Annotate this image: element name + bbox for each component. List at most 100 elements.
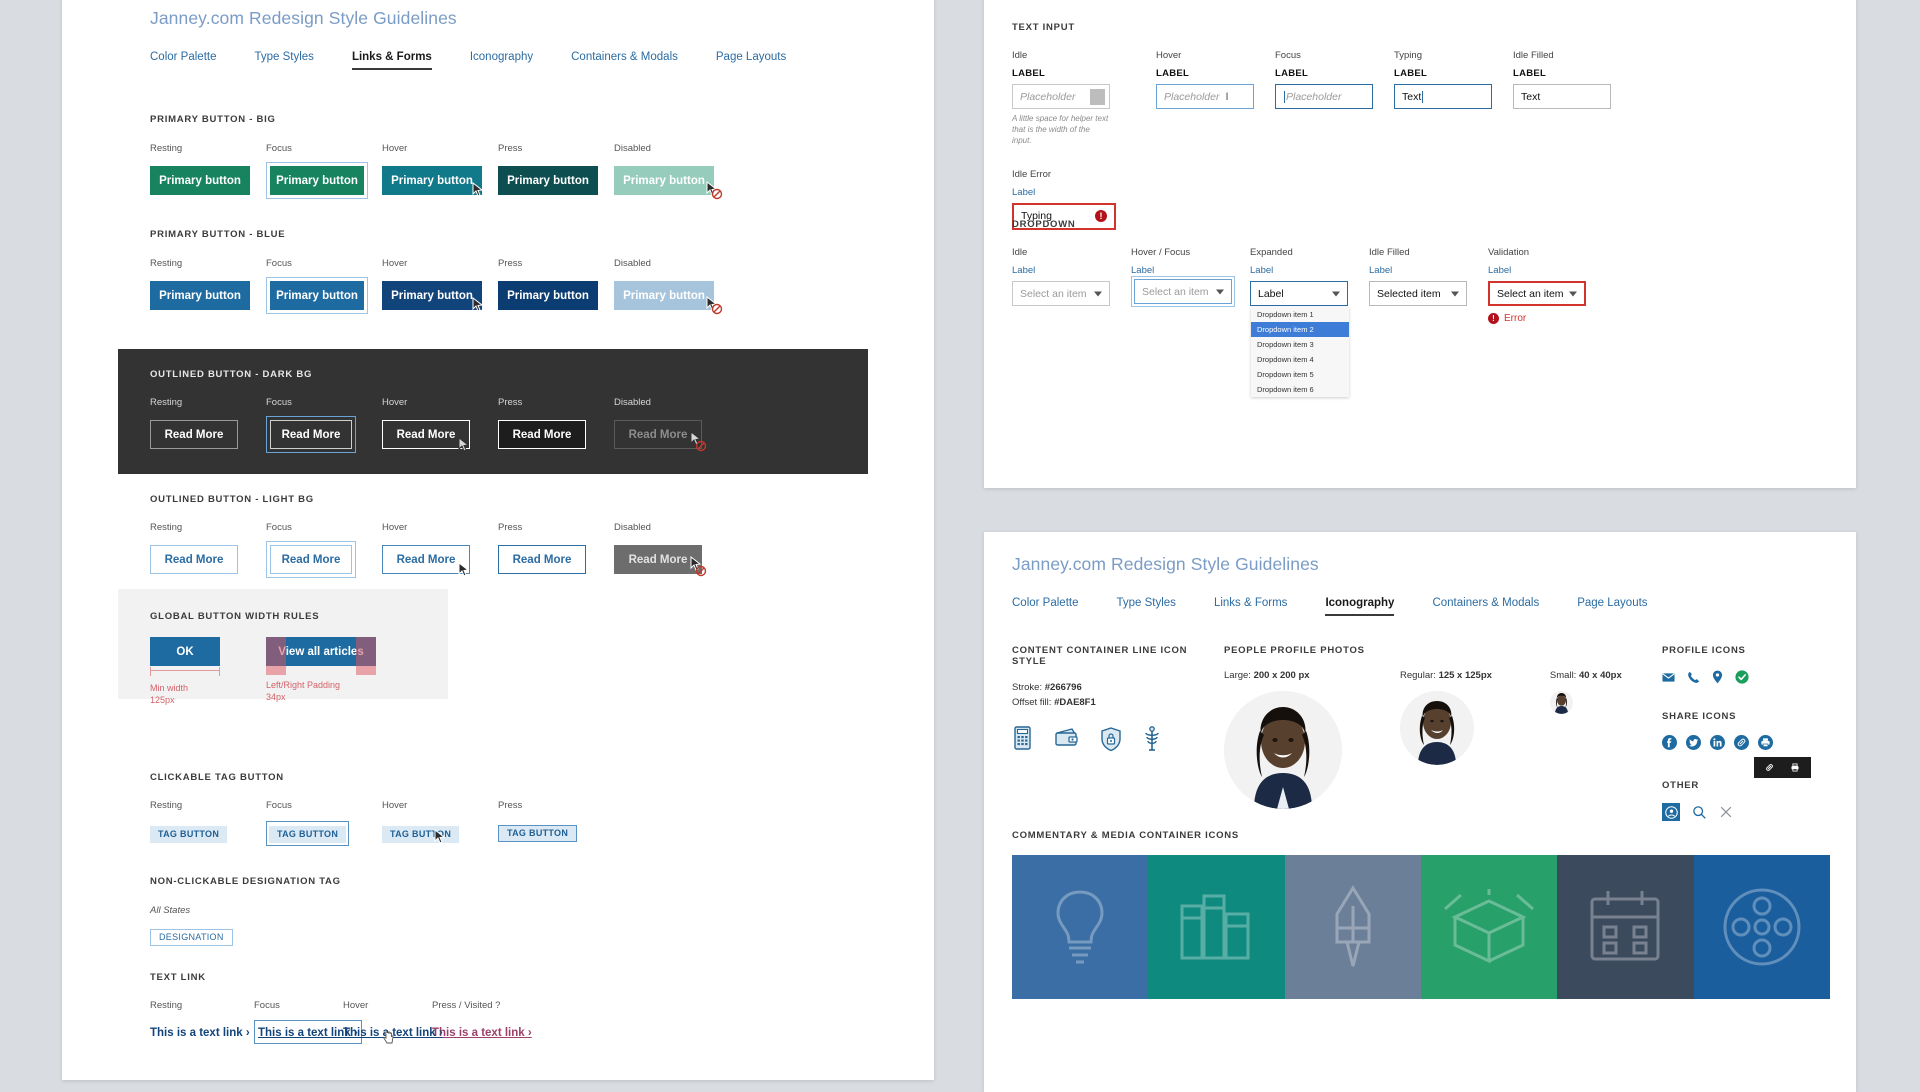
state-disabled: Disabled Primary button xyxy=(614,143,730,200)
dropdown-menu: Dropdown item 1 Dropdown item 2 Dropdown… xyxy=(1251,307,1349,397)
focus-ring: TAG BUTTON xyxy=(266,821,350,846)
print-icon[interactable] xyxy=(1758,735,1773,750)
twitter-icon[interactable] xyxy=(1686,735,1701,750)
email-icon[interactable] xyxy=(1662,671,1675,684)
tag-button-hover[interactable]: TAG BUTTON xyxy=(382,825,460,843)
field-idle: Idle LABEL Placeholder A little space fo… xyxy=(1012,50,1110,146)
state-hover: Hover Primary button xyxy=(382,143,498,199)
avatar xyxy=(1400,691,1474,765)
search-icon[interactable] xyxy=(1692,805,1707,820)
text-input-idle-filled[interactable]: Text xyxy=(1513,84,1611,109)
avatar xyxy=(1224,691,1342,809)
text-link-resting[interactable]: This is a text link › xyxy=(150,1027,250,1039)
state-resting: Resting Primary button xyxy=(150,258,266,314)
lightbulb-icon xyxy=(1044,886,1116,968)
close-icon[interactable] xyxy=(1719,805,1733,819)
state-focus: Focus This is a text link › xyxy=(254,1000,362,1044)
tab-links-and-forms[interactable]: Links & Forms xyxy=(1214,597,1288,616)
tag-button-press[interactable]: TAG BUTTON xyxy=(498,824,578,842)
tab-type-styles[interactable]: Type Styles xyxy=(1116,597,1175,616)
dropdown-item[interactable]: Dropdown item 5 xyxy=(1251,367,1349,382)
outlined-light-focus[interactable]: Read More xyxy=(270,545,352,574)
text-input-hover[interactable]: Placeholder I xyxy=(1156,84,1254,109)
dropdown-idle[interactable]: Select an item xyxy=(1012,281,1110,306)
state-resting: Resting Primary button xyxy=(150,143,266,199)
tab-page-layouts[interactable]: Page Layouts xyxy=(716,51,786,70)
text-input-typing[interactable]: Text xyxy=(1394,84,1492,109)
text-input-idle[interactable]: Placeholder xyxy=(1012,84,1110,109)
tab-iconography[interactable]: Iconography xyxy=(1325,597,1395,616)
primary-button-big-hover[interactable]: Primary button xyxy=(382,166,482,195)
dropdown-item[interactable]: Dropdown item 3 xyxy=(1251,337,1349,352)
outlined-light-resting[interactable]: Read More xyxy=(150,545,238,574)
tab-containers-and-modals[interactable]: Containers & Modals xyxy=(1432,597,1539,616)
primary-button-big-disabled: Primary button xyxy=(614,166,714,195)
dropdown-expanded[interactable]: Label Dropdown item 1 Dropdown item 2 Dr… xyxy=(1250,281,1349,397)
outlined-button-light-section: OUTLINED BUTTON - LIGHT BG Resting Read … xyxy=(150,494,730,578)
text-cursor-icon: I xyxy=(1225,90,1229,103)
dropdown-item[interactable]: Dropdown item 1 xyxy=(1251,307,1349,322)
facebook-icon[interactable] xyxy=(1662,735,1677,750)
account-icon[interactable] xyxy=(1662,803,1680,821)
dropdown-validation[interactable]: Select an item xyxy=(1488,281,1586,306)
primary-button-big-press[interactable]: Primary button xyxy=(498,166,598,195)
dropdown-idle-filled[interactable]: Selected item xyxy=(1369,281,1467,306)
phone-icon[interactable] xyxy=(1687,671,1700,684)
tab-color-palette[interactable]: Color Palette xyxy=(150,51,216,70)
primary-button-big-resting[interactable]: Primary button xyxy=(150,166,250,195)
outlined-light-press[interactable]: Read More xyxy=(498,545,586,574)
dropdown-hover[interactable]: Select an item xyxy=(1134,279,1232,304)
primary-button-blue-press[interactable]: Primary button xyxy=(498,281,598,310)
primary-button-blue-section: PRIMARY BUTTON - BLUE Resting Primary bu… xyxy=(150,229,730,315)
primary-button-blue-disabled: Primary button xyxy=(614,281,714,310)
text-link-hover[interactable]: This is a text link › xyxy=(343,1027,443,1039)
media-icon-strip xyxy=(1012,855,1830,999)
field-typing: Typing LABEL Text xyxy=(1394,50,1513,147)
primary-button-big-focus[interactable]: Primary button xyxy=(270,166,364,195)
pen-nib-icon xyxy=(1323,884,1383,970)
outlined-dark-hover[interactable]: Read More xyxy=(382,420,470,449)
tab-containers-and-modals[interactable]: Containers & Modals xyxy=(571,51,678,70)
primary-button-blue-resting[interactable]: Primary button xyxy=(150,281,250,310)
tab-color-palette[interactable]: Color Palette xyxy=(1012,597,1078,616)
primary-button-blue-hover[interactable]: Primary button xyxy=(382,281,482,310)
tag-button-resting[interactable]: TAG BUTTON xyxy=(150,825,228,843)
outlined-light-disabled: Read More xyxy=(614,545,702,574)
link-icon[interactable] xyxy=(1763,761,1776,774)
print-icon[interactable] xyxy=(1788,761,1802,774)
profile-icon-row xyxy=(1662,670,1773,684)
state-disabled: Disabled Read More xyxy=(614,397,730,453)
state-press: Press TAG BUTTON xyxy=(498,800,614,846)
outlined-light-hover[interactable]: Read More xyxy=(382,545,470,574)
tab-links-and-forms[interactable]: Links & Forms xyxy=(351,51,432,70)
icon-color-spec: Stroke: #266796 Offset fill: #DAE8F1 xyxy=(1012,682,1096,708)
tab-type-styles[interactable]: Type Styles xyxy=(254,51,313,70)
outlined-dark-resting[interactable]: Read More xyxy=(150,420,238,449)
link-icon[interactable] xyxy=(1734,735,1749,750)
section-heading: SHARE ICONS xyxy=(1662,711,1737,722)
tab-page-layouts[interactable]: Page Layouts xyxy=(1577,597,1647,616)
outlined-dark-focus[interactable]: Read More xyxy=(270,420,352,449)
verified-check-icon[interactable] xyxy=(1735,670,1749,684)
section-heading: TEXT INPUT xyxy=(1012,22,1075,33)
state-press: Press Read More xyxy=(498,522,614,578)
state-focus: Focus Read More xyxy=(266,522,382,578)
text-input-focus[interactable]: Placeholder xyxy=(1275,84,1373,109)
text-link-visited[interactable]: This is a text link › xyxy=(432,1027,532,1039)
outlined-dark-press[interactable]: Read More xyxy=(498,420,586,449)
linkedin-icon[interactable] xyxy=(1710,735,1725,750)
iconography-panel: Janney.com Redesign Style Guidelines Col… xyxy=(984,532,1856,1092)
section-heading: OUTLINED BUTTON - DARK BG xyxy=(150,369,313,380)
dropdown-item[interactable]: Dropdown item 2 xyxy=(1251,322,1349,337)
dropdown-item[interactable]: Dropdown item 4 xyxy=(1251,352,1349,367)
primary-button-blue-focus[interactable]: Primary button xyxy=(270,281,364,310)
ok-button[interactable]: OK xyxy=(150,637,220,666)
section-heading: OUTLINED BUTTON - LIGHT BG xyxy=(150,494,314,505)
tag-button-focus[interactable]: TAG BUTTON xyxy=(269,825,347,843)
dropdown-item[interactable]: Dropdown item 6 xyxy=(1251,382,1349,397)
location-pin-icon[interactable] xyxy=(1712,670,1723,684)
text-input-section: TEXT INPUT Idle LABEL Placeholder A litt… xyxy=(1012,22,1632,230)
section-heading: PROFILE ICONS xyxy=(1662,645,1746,656)
tab-iconography[interactable]: Iconography xyxy=(470,51,533,70)
forms-panel: TEXT INPUT Idle LABEL Placeholder A litt… xyxy=(984,0,1856,488)
